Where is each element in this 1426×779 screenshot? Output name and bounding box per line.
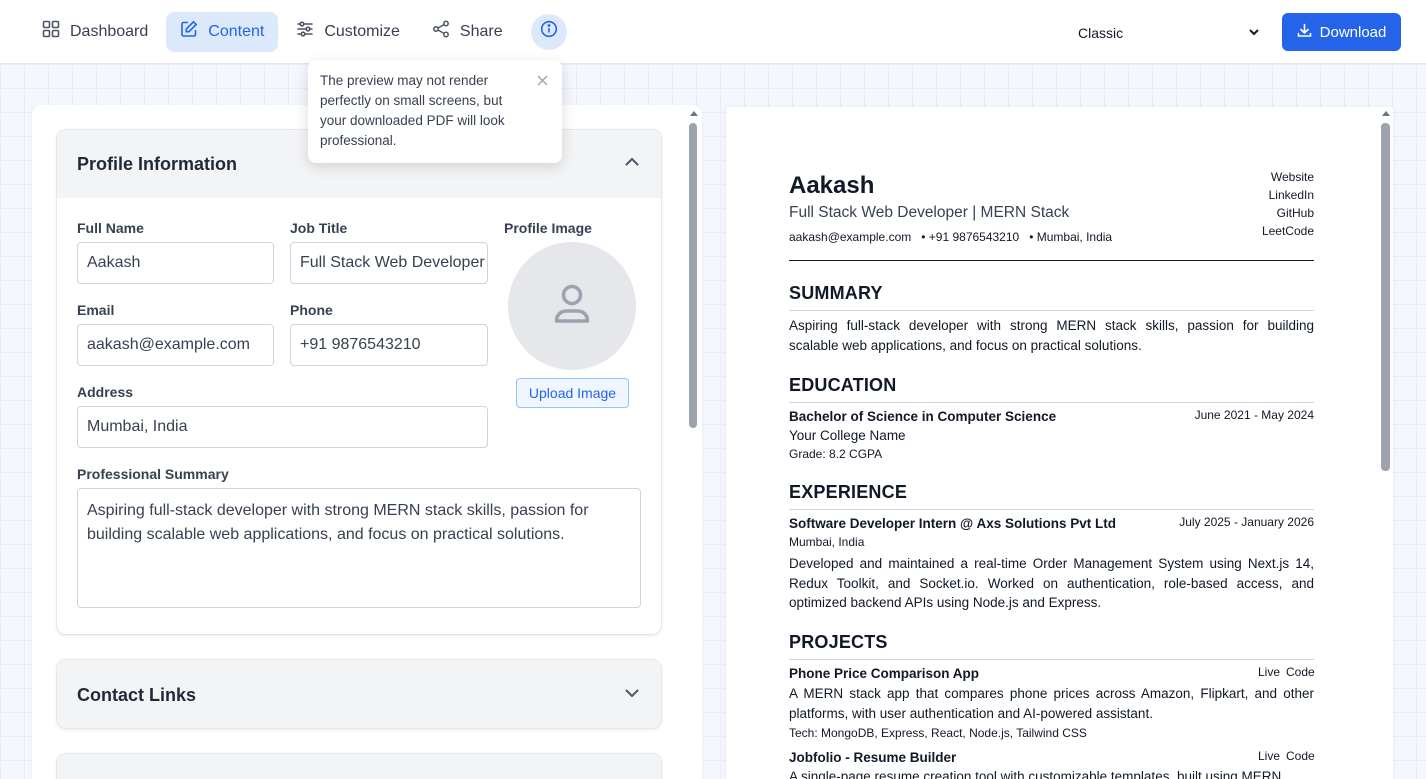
resume-link-github[interactable]: GitHub (1214, 206, 1314, 220)
chevron-down-icon[interactable] (623, 684, 641, 707)
user-icon (552, 283, 592, 330)
customize-tab[interactable]: Customize (282, 12, 414, 52)
resume-headline: Full Stack Web Developer | MERN Stack (789, 204, 1070, 221)
profile-image-label: Profile Image (504, 220, 592, 236)
project-2-title: Jobfolio - Resume Builder (789, 750, 957, 765)
scroll-up-arrow-left[interactable] (690, 111, 698, 116)
close-icon[interactable] (537, 72, 548, 92)
chevron-down-icon (1248, 25, 1260, 41)
phone-label: Phone (290, 302, 333, 318)
share-icon (432, 20, 450, 43)
share-label: Share (459, 22, 503, 40)
education-school: Your College Name (789, 428, 906, 443)
summary-heading: SUMMARY (789, 283, 883, 303)
summary-textarea[interactable]: Aspiring full-stack developer with stron… (77, 488, 641, 608)
tooltip-text: The preview may not render perfectly on … (320, 73, 505, 148)
projects-rule (789, 659, 1314, 660)
info-button[interactable] (530, 13, 567, 50)
experience-heading: EXPERIENCE (789, 482, 908, 502)
experience-role: Software Developer Intern @ Axs Solution… (789, 516, 1116, 531)
experience-description: Developed and maintained a real-time Ord… (789, 556, 1314, 610)
projects-heading: PROJECTS (789, 632, 888, 652)
email-input[interactable]: aakash@example.com (77, 324, 274, 366)
sliders-icon (296, 20, 314, 43)
share-tab[interactable]: Share (418, 12, 517, 52)
avatar (508, 242, 636, 370)
experience-dates: July 2025 - January 2026 (1179, 515, 1314, 529)
project-1-description: A MERN stack app that compares phone pri… (789, 686, 1314, 721)
grid-icon (42, 20, 60, 43)
preview-scrollbar[interactable] (1381, 123, 1390, 471)
next-section-header[interactable] (57, 754, 661, 779)
project-1-code-link[interactable]: Code (1286, 665, 1315, 679)
project-1-tech: Tech: MongoDB, Express, React, Node.js, … (789, 726, 1087, 740)
dashboard-label: Dashboard (70, 22, 149, 40)
experience-location: Mumbai, India (789, 535, 865, 549)
experience-rule (789, 509, 1314, 510)
resume-link-website[interactable]: Website (1214, 170, 1314, 184)
info-icon (540, 20, 558, 43)
scroll-up-arrow-right[interactable] (1382, 111, 1390, 116)
project-2-code-link[interactable]: Code (1286, 749, 1315, 763)
education-degree: Bachelor of Science in Computer Science (789, 409, 1057, 424)
education-grade: Grade: 8.2 CGPA (789, 447, 883, 461)
template-select[interactable]: Classic (1068, 20, 1268, 46)
editor-scrollbar[interactable] (689, 123, 697, 428)
project-2-description: A single-page resume creation tool with … (789, 769, 1282, 779)
main-nav: Dashboard Content Customize Share (0, 11, 567, 52)
project-1-live-link[interactable]: Live (1258, 665, 1280, 679)
preview-tooltip: The preview may not render perfectly on … (308, 60, 562, 163)
email-label: Email (77, 302, 115, 318)
resume-summary: Aspiring full-stack developer with stron… (789, 318, 1314, 353)
content-tab[interactable]: Content (166, 11, 279, 52)
template-select-value: Classic (1078, 25, 1124, 41)
profile-card-title: Profile Information (77, 153, 238, 174)
address-label: Address (77, 384, 134, 400)
address-input[interactable]: Mumbai, India (77, 406, 488, 448)
download-icon (1297, 23, 1312, 42)
resume-name: Aakash (789, 172, 875, 199)
top-toolbar: Dashboard Content Customize Share Classi… (0, 0, 1426, 64)
summary-label: Professional Summary (77, 466, 229, 482)
phone-input[interactable]: +91 9876543210 (290, 324, 488, 366)
job-title-label: Job Title (290, 220, 348, 236)
upload-image-button[interactable]: Upload Image (516, 378, 629, 408)
download-label: Download (1319, 23, 1387, 41)
header-divider (789, 260, 1314, 261)
content-label: Content (208, 22, 265, 40)
job-title-input[interactable]: Full Stack Web Developer (290, 242, 488, 284)
education-rule (789, 402, 1314, 403)
download-button[interactable]: Download (1282, 13, 1401, 51)
project-2-live-link[interactable]: Live (1258, 749, 1280, 763)
contact-links-header[interactable]: Contact Links (57, 660, 661, 728)
summary-rule (789, 310, 1314, 311)
resume-link-leetcode[interactable]: LeetCode (1214, 224, 1314, 238)
next-section-card[interactable] (56, 753, 662, 779)
full-name-input[interactable]: Aakash (77, 242, 274, 284)
editor-panel: Profile Information Full Name Aakash Job… (32, 105, 702, 779)
contact-links-title: Contact Links (77, 684, 197, 705)
education-dates: June 2021 - May 2024 (1194, 408, 1314, 422)
project-1-title: Phone Price Comparison App (789, 666, 980, 681)
resume-contact-line: aakash@example.com • +91 9876543210 • Mu… (789, 230, 1113, 244)
customize-label: Customize (324, 22, 400, 40)
resume-link-linkedin[interactable]: LinkedIn (1214, 188, 1314, 202)
dashboard-tab[interactable]: Dashboard (28, 12, 162, 52)
chevron-up-icon[interactable] (623, 153, 641, 176)
full-name-label: Full Name (77, 220, 144, 236)
contact-links-card: Contact Links (56, 659, 662, 729)
education-heading: EDUCATION (789, 375, 897, 395)
edit-icon (180, 20, 198, 43)
